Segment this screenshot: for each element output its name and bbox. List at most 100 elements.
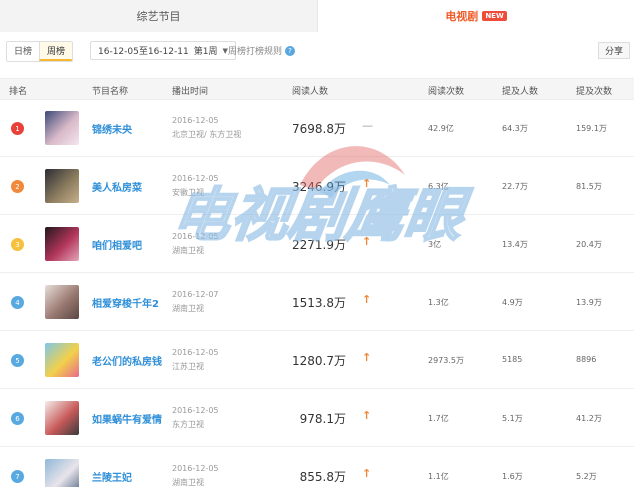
table-row[interactable]: 6 如果蜗牛有爱情 2016-12-05 东方卫视 978.1万 ↑ 1.7亿 …	[0, 390, 634, 447]
tab-variety-label: 综艺节目	[136, 10, 181, 23]
poster-thumbnail[interactable]	[45, 459, 79, 487]
rank-badge: 7	[11, 470, 24, 483]
readers-value: 1513.8万	[292, 296, 346, 310]
air-date: 2016-12-05	[172, 348, 219, 357]
table-row[interactable]: 2 美人私房菜 2016-12-05 安徽卫视 3246.9万 ↑ 6.3亿 2…	[0, 158, 634, 215]
show-title[interactable]: 兰陵王妃	[92, 469, 132, 484]
trend-up-icon: ↑	[362, 467, 372, 480]
reads-value: 6.3亿	[428, 182, 449, 191]
air-channel: 湖南卫视	[172, 304, 204, 313]
reads-value: 1.1亿	[428, 472, 449, 481]
air-channel: 江苏卫视	[172, 362, 204, 371]
readers-value: 7698.8万	[292, 122, 346, 136]
col-name: 节目名称	[92, 87, 129, 97]
col-mention-people[interactable]: 提及人数	[502, 84, 538, 97]
air-date: 2016-12-05	[172, 232, 219, 241]
mention-people-value: 64.3万	[502, 124, 528, 133]
week-text: 第1周	[193, 47, 218, 57]
poster-thumbnail[interactable]	[45, 285, 79, 319]
table-row[interactable]: 3 咱们相爱吧 2016-12-05 湖南卫视 2271.9万 ↑ 3亿 13.…	[0, 216, 634, 273]
trend-flat-icon: —	[362, 119, 373, 132]
air-date: 2016-12-05	[172, 406, 219, 415]
top-tabs: 综艺节目 电视剧 NEW	[0, 0, 634, 32]
mention-times-value: 8896	[576, 355, 597, 364]
share-button[interactable]: 分享	[597, 42, 630, 59]
tab-variety[interactable]: 综艺节目	[0, 0, 318, 32]
poster-thumbnail[interactable]	[45, 169, 79, 203]
air-channel: 安徽卫视	[172, 188, 204, 197]
trend-up-icon: ↑	[362, 177, 372, 190]
trend-up-icon: ↑	[362, 409, 372, 422]
weekly-button[interactable]: 周榜	[39, 42, 73, 61]
rank-badge: 6	[11, 412, 24, 425]
daily-button[interactable]: 日榜	[7, 42, 40, 61]
period-toggle: 日榜 周榜	[6, 41, 74, 62]
rank-badge: 3	[11, 238, 24, 251]
filter-bar: 日榜 周榜 16-12-05至16-12-11 第1周 ▼ 周榜打榜规则 ? 分…	[0, 38, 634, 64]
air-date: 2016-12-05	[172, 116, 219, 125]
rules-link[interactable]: 周榜打榜规则 ?	[228, 44, 296, 57]
col-rank: 排名	[9, 87, 28, 97]
reads-value: 42.9亿	[428, 124, 454, 133]
table-row[interactable]: 7 兰陵王妃 2016-12-05 湖南卫视 855.8万 ↑ 1.1亿 1.6…	[0, 448, 634, 487]
show-title[interactable]: 相爱穿梭千年2	[92, 295, 159, 310]
rank-badge: 5	[11, 354, 24, 367]
air-date: 2016-12-07	[172, 290, 219, 299]
mention-times-value: 159.1万	[576, 124, 607, 133]
rules-label: 周榜打榜规则	[228, 47, 283, 57]
new-badge: NEW	[482, 11, 507, 21]
show-title[interactable]: 美人私房菜	[92, 179, 142, 194]
poster-thumbnail[interactable]	[45, 401, 79, 435]
readers-value: 2271.9万	[292, 238, 346, 252]
mention-times-value: 13.9万	[576, 298, 602, 307]
reads-value: 2973.5万	[428, 356, 464, 365]
col-airtime: 播出时间	[172, 87, 209, 97]
air-channel: 湖南卫视	[172, 246, 204, 255]
mention-people-value: 5185	[502, 355, 523, 364]
trend-up-icon: ↑	[362, 351, 372, 364]
table-header: 排名 节目名称 播出时间 阅读人数 阅读次数 提及人数 提及次数	[0, 78, 634, 100]
table-row[interactable]: 5 老公们的私房钱 2016-12-05 江苏卫视 1280.7万 ↑ 2973…	[0, 332, 634, 389]
show-title[interactable]: 如果蜗牛有爱情	[92, 411, 162, 426]
mention-people-value: 1.6万	[502, 472, 523, 481]
reads-value: 3亿	[428, 240, 442, 249]
help-icon: ?	[285, 45, 296, 56]
reads-value: 1.7亿	[428, 414, 449, 423]
air-date: 2016-12-05	[172, 174, 219, 183]
mention-people-value: 13.4万	[502, 240, 528, 249]
mention-times-value: 41.2万	[576, 414, 602, 423]
mention-times-value: 20.4万	[576, 240, 602, 249]
mention-times-value: 81.5万	[576, 182, 602, 191]
col-mention-times[interactable]: 提及次数	[576, 84, 612, 97]
air-channel: 东方卫视	[172, 420, 204, 429]
date-range-select[interactable]: 16-12-05至16-12-11 第1周 ▼	[90, 41, 236, 60]
readers-value: 1280.7万	[292, 354, 346, 368]
air-date: 2016-12-05	[172, 464, 219, 473]
col-readers[interactable]: 阅读人数	[292, 84, 328, 97]
air-channel: 北京卫视/ 东方卫视	[172, 130, 242, 139]
show-title[interactable]: 锦绣未央	[92, 121, 132, 136]
poster-thumbnail[interactable]	[45, 227, 79, 261]
rank-badge: 2	[11, 180, 24, 193]
mention-people-value: 22.7万	[502, 182, 528, 191]
mention-people-value: 5.1万	[502, 414, 523, 423]
table-row[interactable]: 4 相爱穿梭千年2 2016-12-07 湖南卫视 1513.8万 ↑ 1.3亿…	[0, 274, 634, 331]
poster-thumbnail[interactable]	[45, 111, 79, 145]
mention-times-value: 5.2万	[576, 472, 597, 481]
poster-thumbnail[interactable]	[45, 343, 79, 377]
air-channel: 湖南卫视	[172, 478, 204, 487]
reads-value: 1.3亿	[428, 298, 449, 307]
show-title[interactable]: 咱们相爱吧	[92, 237, 142, 252]
date-range-text: 16-12-05至16-12-11	[98, 47, 189, 57]
trend-up-icon: ↑	[362, 235, 372, 248]
share-label: 分享	[604, 47, 623, 57]
trend-up-icon: ↑	[362, 293, 372, 306]
readers-value: 3246.9万	[292, 180, 346, 194]
table-row[interactable]: 1 锦绣未央 2016-12-05 北京卫视/ 东方卫视 7698.8万 — 4…	[0, 100, 634, 157]
col-reads[interactable]: 阅读次数	[428, 84, 464, 97]
show-title[interactable]: 老公们的私房钱	[92, 353, 162, 368]
readers-value: 855.8万	[299, 470, 346, 484]
rank-badge: 4	[11, 296, 24, 309]
rank-badge: 1	[11, 122, 24, 135]
tab-tv[interactable]: 电视剧 NEW	[318, 0, 634, 32]
